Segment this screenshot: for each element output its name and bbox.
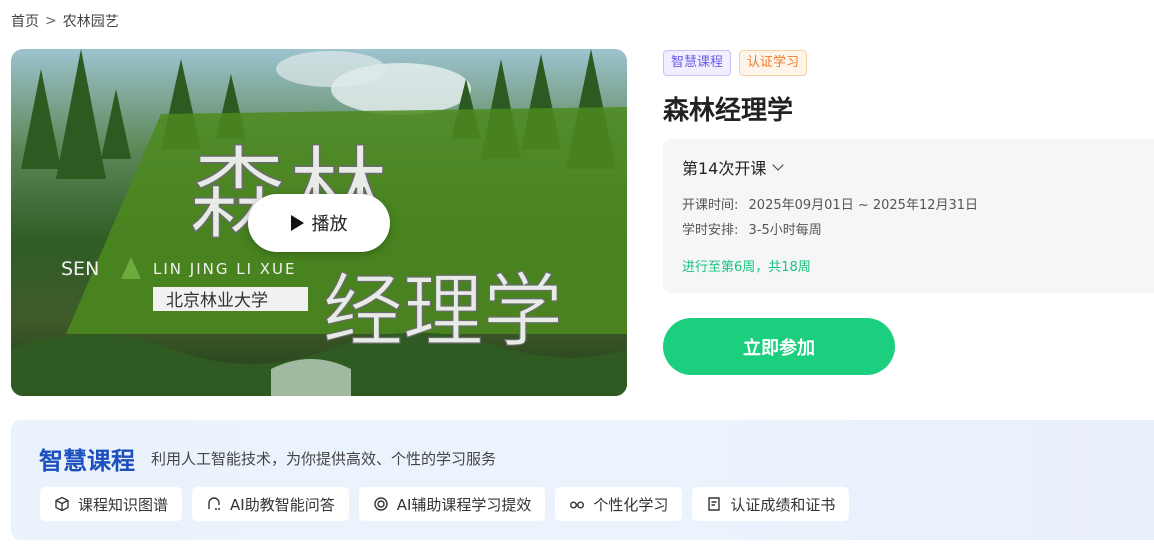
cover-subtitle-text: 经理学: [323, 265, 563, 358]
breadcrumb-separator: >: [45, 13, 57, 29]
chevron-down-icon: [772, 159, 785, 171]
cover-university-text: 北京林业大学: [166, 291, 268, 311]
smart-course-title: 智慧课程: [39, 447, 135, 475]
breadcrumb-home-link[interactable]: 首页: [11, 11, 39, 31]
play-label: 播放: [311, 214, 348, 235]
tag-certified-learning: 认证学习: [739, 50, 808, 76]
play-icon: [290, 215, 304, 231]
feature-ai-qa[interactable]: AI助教智能问答: [192, 487, 349, 521]
feature-label: 课程知识图谱: [78, 495, 169, 514]
session-label: 第14次开课: [682, 159, 767, 178]
feature-label: 个性化学习: [593, 495, 669, 514]
cover-pinyin-left: SEN: [61, 258, 99, 280]
breadcrumb-current[interactable]: 农林园艺: [63, 11, 119, 31]
ai-ring-icon: [374, 497, 388, 511]
feature-personalized[interactable]: 个性化学习: [555, 487, 683, 521]
feature-knowledge-graph[interactable]: 课程知识图谱: [40, 487, 183, 521]
course-time: 开课时间: 2025年09月01日 ~ 2025年12月31日: [682, 194, 978, 213]
course-hours-value: 3-5小时每周: [748, 223, 822, 238]
breadcrumb: 首页 > 农林园艺: [11, 11, 119, 31]
ai-qa-icon: [208, 497, 221, 510]
feature-label: AI辅助课程学习提效: [396, 495, 532, 514]
join-now-button[interactable]: 立即参加: [663, 318, 895, 375]
session-selector[interactable]: 第14次开课: [682, 155, 785, 179]
course-time-value: 2025年09月01日 ~ 2025年12月31日: [748, 198, 979, 213]
course-hours-label: 学时安排:: [682, 223, 739, 238]
glasses-icon: [570, 501, 585, 509]
certificate-icon: [708, 497, 721, 511]
course-tags: 智慧课程 认证学习: [663, 50, 808, 76]
course-progress-text: 进行至第6周，共18周: [682, 260, 811, 275]
feature-ai-assist[interactable]: AI辅助课程学习提效: [358, 487, 546, 521]
course-cover-video[interactable]: 森林 经理学 SEN LIN JING LI XUE 北京林业大学 播放: [11, 49, 627, 396]
course-time-label: 开课时间:: [682, 198, 739, 213]
course-title: 森林经理学: [663, 96, 794, 126]
play-button[interactable]: 播放: [248, 194, 390, 252]
feature-label: 认证成绩和证书: [730, 495, 836, 514]
cube-icon: [55, 496, 69, 512]
course-hours: 学时安排: 3-5小时每周: [682, 219, 822, 238]
tag-smart-course: 智慧课程: [663, 50, 732, 76]
feature-certificate[interactable]: 认证成绩和证书: [692, 487, 850, 521]
smart-course-panel: 智慧课程 利用人工智能技术，为你提供高效、个性的学习服务 课程知识图谱 AI助教…: [11, 420, 1154, 540]
cover-pinyin-right: LIN JING LI XUE: [153, 260, 297, 278]
feature-label: AI助教智能问答: [230, 495, 335, 514]
course-info-box: 第14次开课 开课时间: 2025年09月01日 ~ 2025年12月31日 学…: [663, 139, 1154, 293]
smart-course-description: 利用人工智能技术，为你提供高效、个性的学习服务: [151, 450, 497, 468]
smart-features: 课程知识图谱 AI助教智能问答 AI辅助课程学习提效 个性化学习 认证成绩和证书: [40, 487, 850, 521]
